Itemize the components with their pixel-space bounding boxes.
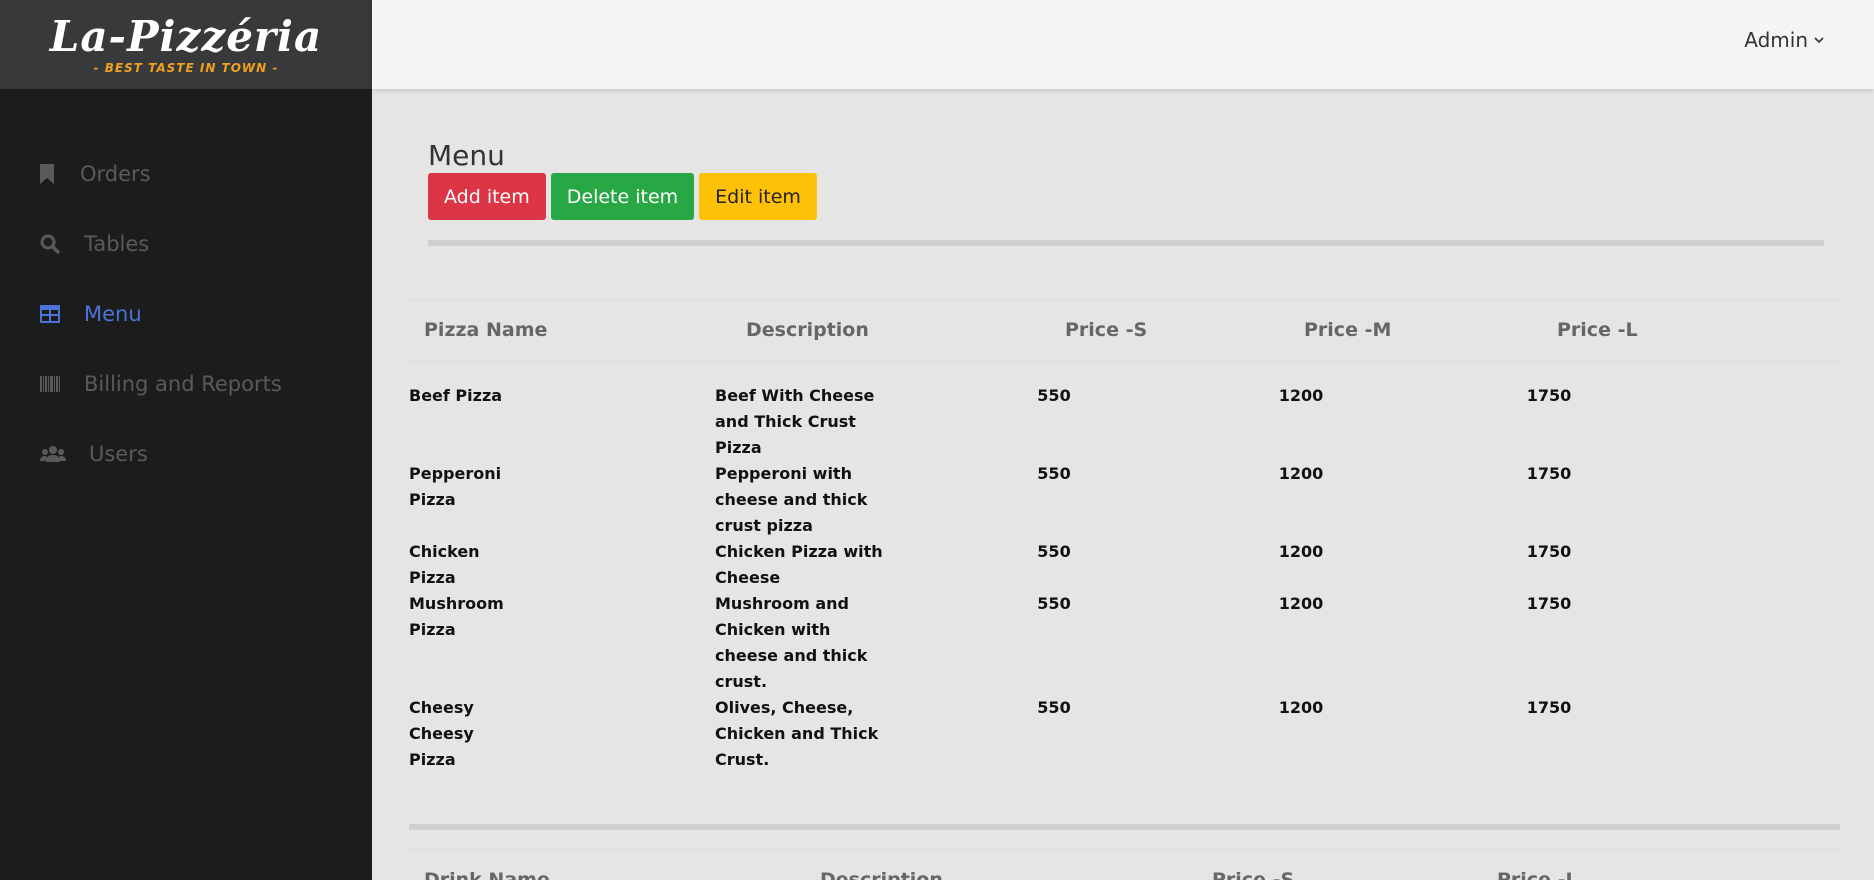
pizza-name: Cheesy Cheesy Pizza bbox=[409, 698, 474, 769]
pizza-description: Olives, Cheese, Chicken and Thick Crust. bbox=[715, 698, 879, 769]
sidebar-nav: Orders Tables Menu Billing and Reports U… bbox=[0, 139, 372, 489]
main-content: Menu Add item Delete item Edit item Pizz… bbox=[372, 89, 1874, 880]
brand-tagline: - BEST TASTE IN TOWN - bbox=[93, 60, 279, 75]
divider bbox=[409, 824, 1840, 830]
sidebar-item-billing[interactable]: Billing and Reports bbox=[0, 349, 372, 419]
column-header-drink-name: Drink Name bbox=[424, 869, 550, 880]
price-l: 1750 bbox=[1526, 594, 1572, 613]
column-header-price-s: Price -S bbox=[1065, 319, 1148, 341]
edit-item-button[interactable]: Edit item bbox=[699, 173, 817, 220]
price-l: 1750 bbox=[1526, 386, 1572, 405]
column-header-description: Description bbox=[820, 869, 943, 880]
price-m: 1200 bbox=[1278, 594, 1324, 613]
price-l: 1750 bbox=[1526, 464, 1572, 483]
brand-name: La-Pizzéria bbox=[49, 11, 323, 61]
price-m: 1200 bbox=[1278, 386, 1324, 405]
price-s: 550 bbox=[1037, 464, 1071, 483]
sidebar-item-orders[interactable]: Orders bbox=[0, 139, 372, 209]
sidebar-item-tables[interactable]: Tables bbox=[0, 209, 372, 279]
sidebar-item-label: Users bbox=[89, 442, 148, 466]
action-buttons: Add item Delete item Edit item bbox=[428, 173, 817, 220]
pizza-description: Pepperoni with cheese and thick crust pi… bbox=[715, 464, 868, 535]
sidebar-item-label: Billing and Reports bbox=[84, 372, 282, 396]
drink-table-header: Drink Name Description Price -S Price -L bbox=[409, 849, 1840, 880]
sidebar-item-label: Tables bbox=[84, 232, 150, 256]
price-l: 1750 bbox=[1526, 542, 1572, 561]
price-s: 550 bbox=[1037, 386, 1071, 405]
column-header-price-m: Price -M bbox=[1304, 319, 1392, 341]
column-header-price-l: Price -L bbox=[1497, 869, 1578, 880]
page-title: Menu bbox=[428, 139, 505, 172]
column-header-pizza-name: Pizza Name bbox=[424, 319, 548, 341]
pizza-description: Chicken Pizza with Cheese bbox=[715, 542, 883, 587]
price-s: 550 bbox=[1037, 698, 1071, 717]
pizza-description: Mushroom and Chicken with cheese and thi… bbox=[715, 594, 868, 691]
barcode-icon bbox=[40, 376, 84, 392]
column-header-description: Description bbox=[746, 319, 869, 341]
column-header-price-s: Price -S bbox=[1212, 869, 1295, 880]
pizza-name: Mushroom Pizza bbox=[409, 594, 504, 639]
pizza-description: Beef With Cheese and Thick Crust Pizza bbox=[715, 386, 875, 457]
search-icon bbox=[40, 234, 84, 254]
brand-logo[interactable]: La-Pizzéria - BEST TASTE IN TOWN - bbox=[0, 0, 372, 89]
column-header-price-l: Price -L bbox=[1557, 319, 1638, 341]
table-icon bbox=[40, 305, 84, 323]
chevron-down-icon bbox=[1814, 34, 1824, 47]
add-item-button[interactable]: Add item bbox=[428, 173, 546, 220]
user-menu[interactable]: Admin bbox=[1744, 28, 1824, 52]
price-m: 1200 bbox=[1278, 698, 1324, 717]
price-l: 1750 bbox=[1526, 698, 1572, 717]
pizza-name: Chicken Pizza bbox=[409, 542, 480, 587]
bookmark-icon bbox=[40, 164, 80, 184]
sidebar-item-label: Menu bbox=[84, 302, 142, 326]
sidebar-item-label: Orders bbox=[80, 162, 151, 186]
pizza-table-header: Pizza Name Description Price -S Price -M… bbox=[409, 299, 1840, 362]
pizza-name: Pepperoni Pizza bbox=[409, 464, 502, 509]
sidebar: La-Pizzéria - BEST TASTE IN TOWN - Order… bbox=[0, 0, 372, 880]
delete-item-button[interactable]: Delete item bbox=[550, 173, 695, 220]
price-s: 550 bbox=[1037, 542, 1071, 561]
top-bar: Admin bbox=[372, 0, 1874, 89]
sidebar-item-menu[interactable]: Menu bbox=[0, 279, 372, 349]
price-m: 1200 bbox=[1278, 542, 1324, 561]
pizza-name: Beef Pizza bbox=[409, 386, 503, 405]
price-m: 1200 bbox=[1278, 464, 1324, 483]
users-icon bbox=[40, 446, 89, 462]
user-name: Admin bbox=[1744, 28, 1808, 52]
sidebar-item-users[interactable]: Users bbox=[0, 419, 372, 489]
divider bbox=[428, 240, 1824, 246]
price-s: 550 bbox=[1037, 594, 1071, 613]
